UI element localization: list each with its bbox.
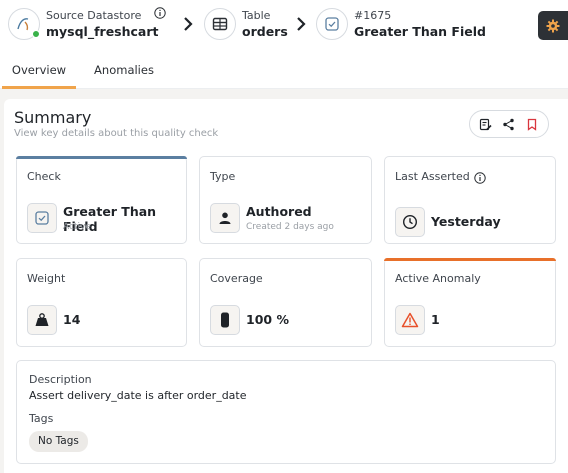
active-anomaly-card[interactable]: Active Anomaly 1 [384, 258, 556, 347]
share-icon [503, 118, 515, 130]
datastore-label: Source Datastore [46, 9, 142, 22]
gear-icon [546, 19, 560, 32]
table-name[interactable]: orders [242, 23, 288, 40]
coverage-card: Coverage 100 % [199, 258, 372, 347]
coverage-icon [210, 305, 240, 335]
table-icon [204, 8, 236, 40]
datastore-icon [8, 8, 40, 40]
settings-button[interactable] [538, 11, 568, 40]
breadcrumb-datastore[interactable]: Source Datastore mysql_freshcart [8, 8, 159, 40]
description-label: Description [29, 373, 92, 386]
last-asserted-value: Yesterday [431, 214, 501, 229]
last-asserted-card: Last Asserted Yesterday [384, 156, 556, 244]
weight-icon [27, 305, 57, 335]
active-anomaly-accent [384, 258, 556, 261]
check-card-label: Check [27, 170, 61, 183]
bookmark-button[interactable] [521, 113, 543, 135]
check-square-icon [27, 203, 57, 233]
type-card-value: Authored [246, 204, 312, 219]
type-card-created: Created 2 days ago [246, 222, 334, 232]
weight-card-value: 14 [63, 312, 81, 327]
tab-anomalies[interactable]: Anomalies [88, 63, 160, 89]
check-card: Check Greater Than Field Active [16, 156, 187, 244]
chevron-right-icon [297, 17, 306, 31]
description-card: Description Assert delivery_date is afte… [16, 360, 556, 464]
chevron-right-icon [184, 17, 193, 31]
type-card-label: Type [210, 170, 236, 183]
tab-bar: Overview Anomalies [0, 56, 568, 89]
weight-card-label: Weight [27, 272, 66, 285]
header: Source Datastore mysql_freshcart Table o… [0, 0, 568, 56]
warning-icon [395, 305, 425, 335]
coverage-card-value: 100 % [246, 312, 289, 327]
bookmark-icon [528, 118, 537, 131]
summary-title: Summary [14, 108, 92, 127]
coverage-card-label: Coverage [210, 272, 263, 285]
check-square-icon [316, 8, 348, 40]
active-anomaly-label: Active Anomaly [395, 272, 481, 285]
share-button[interactable] [498, 113, 520, 135]
edit-list-icon [480, 118, 492, 130]
user-icon [210, 203, 240, 233]
check-card-accent [16, 156, 187, 159]
edit-details-button[interactable] [475, 113, 497, 135]
description-text: Assert delivery_date is after order_date [29, 389, 247, 402]
type-card: Type Authored Created 2 days ago [199, 156, 372, 244]
tab-overview[interactable]: Overview [2, 63, 76, 89]
summary-subtitle: View key details about this quality chec… [14, 128, 219, 139]
tags-label: Tags [29, 412, 54, 425]
summary-actions [469, 110, 549, 138]
check-card-status: Active [63, 222, 91, 232]
last-asserted-label: Last Asserted [395, 170, 470, 183]
check-id: #1675 [354, 9, 392, 22]
table-label: Table [242, 9, 271, 22]
active-anomaly-value: 1 [431, 312, 440, 327]
check-name: Greater Than Field [354, 24, 486, 39]
info-icon[interactable] [154, 7, 166, 19]
breadcrumb-check[interactable]: #1675 Greater Than Field [316, 8, 486, 40]
status-online-dot [32, 30, 40, 38]
info-icon[interactable] [474, 172, 486, 184]
breadcrumb-table[interactable]: Table orders [204, 8, 288, 40]
tag-chip: No Tags [29, 431, 88, 452]
datastore-name[interactable]: mysql_freshcart [46, 23, 159, 40]
clock-icon [395, 207, 425, 237]
weight-card: Weight 14 [16, 258, 187, 347]
